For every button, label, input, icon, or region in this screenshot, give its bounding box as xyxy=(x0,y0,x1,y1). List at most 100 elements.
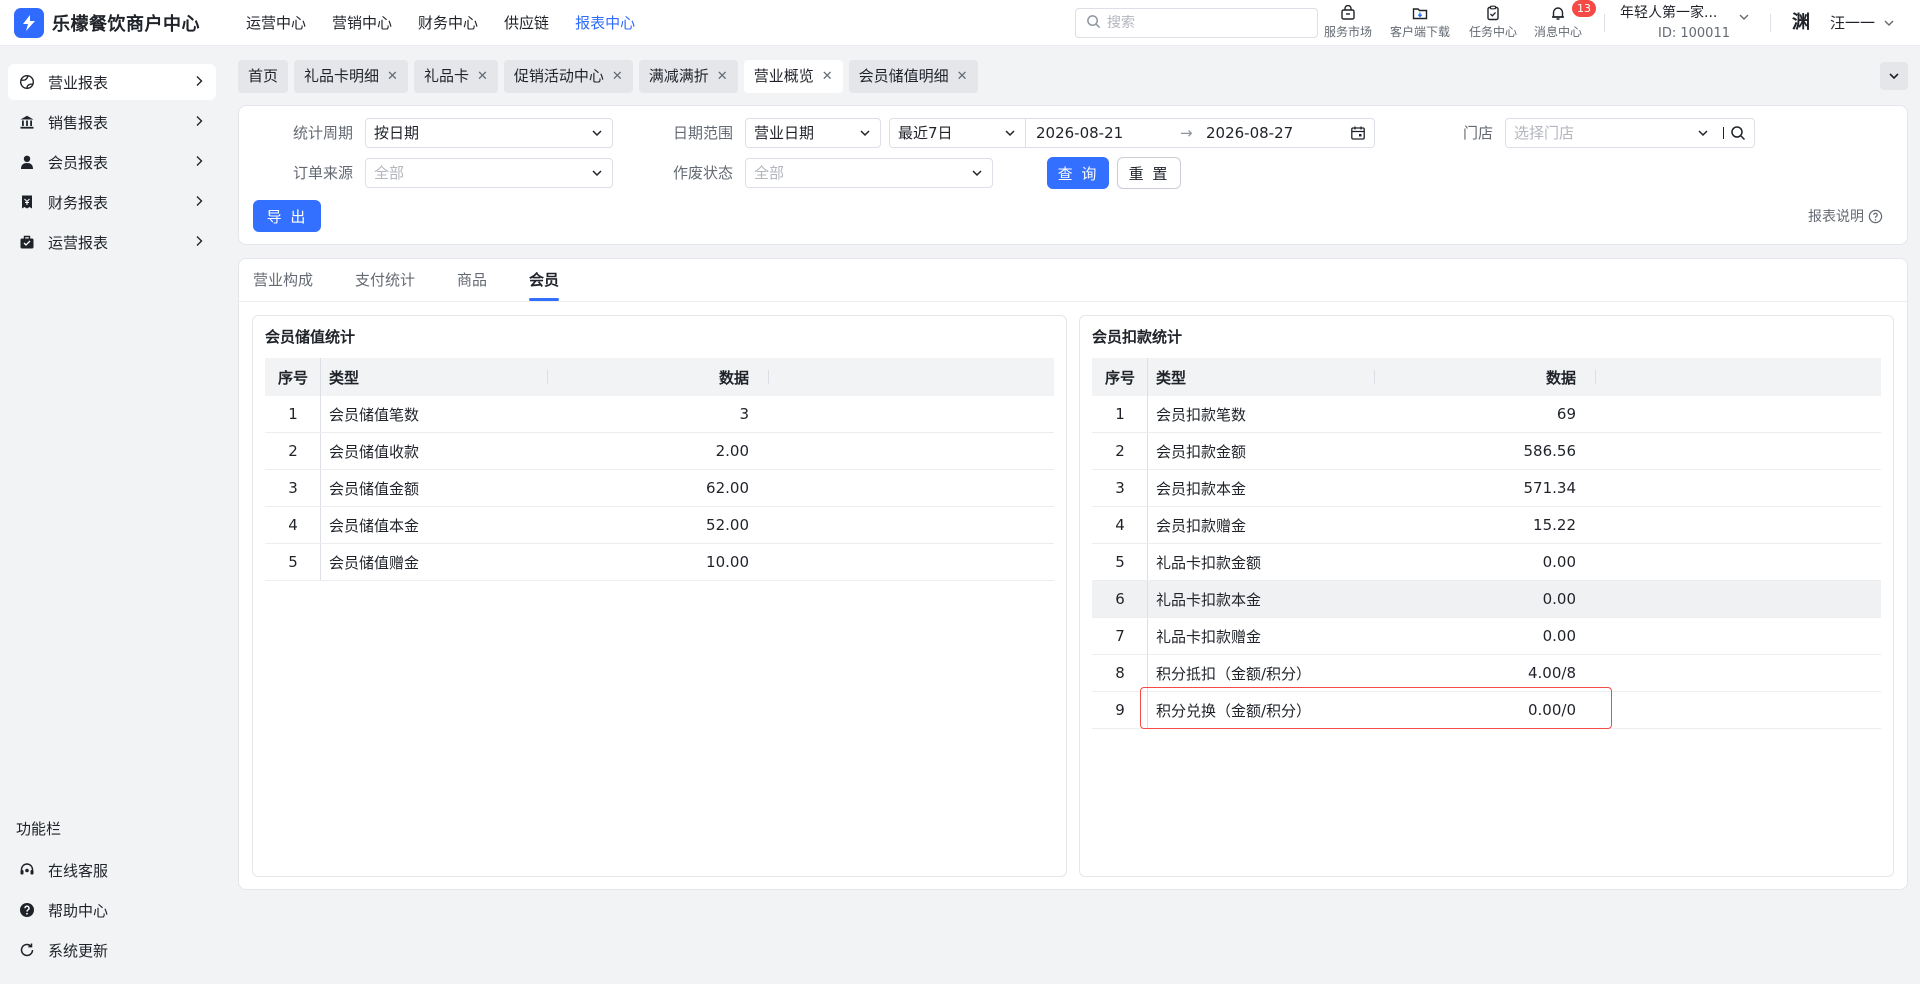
close-icon[interactable]: ✕ xyxy=(957,60,968,93)
table-row[interactable]: 5 礼品卡扣款金额 0.00 xyxy=(1092,544,1881,581)
row-index-cell: 2 xyxy=(1115,442,1125,460)
page-tab-gift-card[interactable]: 礼品卡 ✕ xyxy=(413,60,498,93)
tab-members[interactable]: 会员 xyxy=(529,259,560,301)
username: 汪一一 xyxy=(1830,14,1876,32)
table-row[interactable]: 3 会员扣款本金 571.34 xyxy=(1092,470,1881,507)
period-value: 按日期 xyxy=(374,124,420,142)
divider xyxy=(320,358,321,396)
table-row[interactable]: 2 会员储值收款 2.00 xyxy=(265,433,1054,470)
table-row[interactable]: 5 会员储值赠金 10.00 xyxy=(265,544,1054,581)
divider xyxy=(239,301,1907,302)
table-row[interactable]: 1 会员扣款笔数 69 xyxy=(1092,396,1881,433)
table-row[interactable]: 3 会员储值金额 62.00 xyxy=(265,470,1054,507)
page-tab-member-recharge-detail[interactable]: 会员储值明细 ✕ xyxy=(848,60,978,93)
table-row[interactable]: 8 积分抵扣（金额/积分） 4.00/8 xyxy=(1092,655,1881,692)
row-value-cell: 3 xyxy=(739,405,749,423)
date-range-picker[interactable]: 最近7日 2026-08-21 → 2026-08-27 xyxy=(889,118,1375,148)
date-preset-select[interactable]: 最近7日 xyxy=(890,119,1026,147)
client-download-button[interactable]: 客户端下载 xyxy=(1390,3,1450,43)
row-value-cell: 0.00 xyxy=(1542,627,1576,645)
sidebar-item-sales-report[interactable]: 销售报表 xyxy=(8,104,216,140)
tab-business-composition[interactable]: 营业构成 xyxy=(253,259,313,301)
brand-name: 乐檬餐饮商户中心 xyxy=(52,14,200,35)
order-source-select[interactable]: 全部 xyxy=(365,158,613,188)
page-tab-promotion-center[interactable]: 促销活动中心 ✕ xyxy=(503,60,633,93)
sidebar: 营业报表 销售报表 会员报表 财务报表 运营报表 功能栏 在线客服 帮助中心 系… xyxy=(0,46,224,984)
chevron-right-icon xyxy=(192,74,206,92)
topnav-finance[interactable]: 财务中心 xyxy=(418,0,478,46)
sidebar-item-business-report[interactable]: 营业报表 xyxy=(8,64,216,100)
close-icon[interactable]: ✕ xyxy=(822,60,833,93)
table-row[interactable]: 2 会员扣款金额 586.56 xyxy=(1092,433,1881,470)
column-resize-handle[interactable] xyxy=(547,370,548,384)
page-tab-full-reduction[interactable]: 满减满折 ✕ xyxy=(638,60,738,93)
reset-button[interactable]: 重 置 xyxy=(1117,157,1181,189)
page-tab-label: 礼品卡 xyxy=(423,67,469,85)
tabs-dropdown-button[interactable] xyxy=(1880,62,1908,90)
close-icon[interactable]: ✕ xyxy=(717,60,728,93)
date-range-separator: → xyxy=(1180,124,1193,142)
topnav-ops[interactable]: 运营中心 xyxy=(246,0,306,46)
sidebar-item-label: 运营报表 xyxy=(48,233,109,252)
tenant-switcher[interactable]: 年轻人第一家... ID: 100011 xyxy=(1620,2,1750,44)
tenant-name: 年轻人第一家... xyxy=(1620,5,1718,21)
calendar-icon[interactable] xyxy=(1350,125,1366,141)
column-resize-handle[interactable] xyxy=(768,370,769,384)
divider xyxy=(320,544,321,580)
page-tab-label: 首页 xyxy=(248,67,279,85)
date-range-label: 日期范围 xyxy=(673,124,734,142)
table-row[interactable]: 6 礼品卡扣款本金 0.00 xyxy=(1092,581,1881,618)
table-row[interactable]: 4 会员扣款赠金 15.22 xyxy=(1092,507,1881,544)
topnav-supply-chain[interactable]: 供应链 xyxy=(504,0,549,46)
search-input[interactable] xyxy=(1107,15,1297,31)
date-type-select[interactable]: 营业日期 xyxy=(745,118,881,148)
search-icon[interactable] xyxy=(1730,125,1746,141)
sidebar-item-finance-report[interactable]: 财务报表 xyxy=(8,184,216,220)
task-center-button[interactable]: 任务中心 xyxy=(1469,3,1517,43)
topnav-reports[interactable]: 报表中心 xyxy=(575,0,635,46)
user-menu[interactable]: 汪一一 xyxy=(1830,12,1895,33)
table-row[interactable]: 4 会员储值本金 52.00 xyxy=(265,507,1054,544)
sidebar-util-help-center[interactable]: 帮助中心 xyxy=(8,892,216,928)
query-button[interactable]: 查 询 xyxy=(1047,157,1109,189)
row-value-cell: 10.00 xyxy=(706,553,749,571)
close-icon[interactable]: ✕ xyxy=(477,60,488,93)
sidebar-util-online-support[interactable]: 在线客服 xyxy=(8,852,216,888)
tab-payment-stats[interactable]: 支付统计 xyxy=(355,259,415,301)
bank-icon xyxy=(18,113,36,131)
store-select[interactable]: 选择门店 xyxy=(1505,118,1755,148)
table-row[interactable]: 9 积分兑换（金额/积分） 0.00/0 xyxy=(1092,692,1881,729)
row-index-cell: 5 xyxy=(288,553,298,571)
top-bar: 乐檬餐饮商户中心 运营中心 营销中心 财务中心 供应链 报表中心 服务市场 客户… xyxy=(0,0,1920,46)
brand[interactable]: 乐檬餐饮商户中心 xyxy=(14,8,200,38)
avatar[interactable]: 渊 xyxy=(1788,10,1814,36)
page-tab-home[interactable]: 首页 xyxy=(238,60,289,93)
column-resize-handle[interactable] xyxy=(1374,370,1375,384)
table-row[interactable]: 1 会员储值笔数 3 xyxy=(265,396,1054,433)
row-value-cell: 4.00/8 xyxy=(1528,664,1576,682)
report-note-link[interactable]: 报表说明 xyxy=(1808,206,1883,226)
page-tab-business-overview[interactable]: 营业概览 ✕ xyxy=(743,60,843,93)
message-center-button[interactable]: 13 消息中心 xyxy=(1534,0,1596,43)
period-select[interactable]: 按日期 xyxy=(365,118,613,148)
page-tab-gift-card-detail[interactable]: 礼品卡明细 ✕ xyxy=(294,60,408,93)
column-header-type: 类型 xyxy=(1156,368,1187,387)
tab-products[interactable]: 商品 xyxy=(457,259,487,301)
close-icon[interactable]: ✕ xyxy=(387,60,398,93)
topnav-marketing[interactable]: 营销中心 xyxy=(332,0,392,46)
column-resize-handle[interactable] xyxy=(1595,370,1596,384)
service-market-button[interactable]: 服务市场 xyxy=(1324,3,1372,43)
divider xyxy=(1147,433,1148,469)
sidebar-item-operations-report[interactable]: 运营报表 xyxy=(8,224,216,260)
export-button[interactable]: 导 出 xyxy=(253,200,321,232)
sidebar-item-member-report[interactable]: 会员报表 xyxy=(8,144,216,180)
row-index-cell: 9 xyxy=(1115,701,1125,719)
sidebar-util-system-update[interactable]: 系统更新 xyxy=(8,932,216,968)
close-icon[interactable]: ✕ xyxy=(612,60,623,93)
void-status-select[interactable]: 全部 xyxy=(745,158,993,188)
row-value-cell: 0.00 xyxy=(1542,553,1576,571)
date-start[interactable]: 2026-08-21 xyxy=(1036,119,1123,147)
date-end[interactable]: 2026-08-27 xyxy=(1206,119,1293,147)
sidebar-item-label: 财务报表 xyxy=(48,193,109,212)
table-row[interactable]: 7 礼品卡扣款赠金 0.00 xyxy=(1092,618,1881,655)
